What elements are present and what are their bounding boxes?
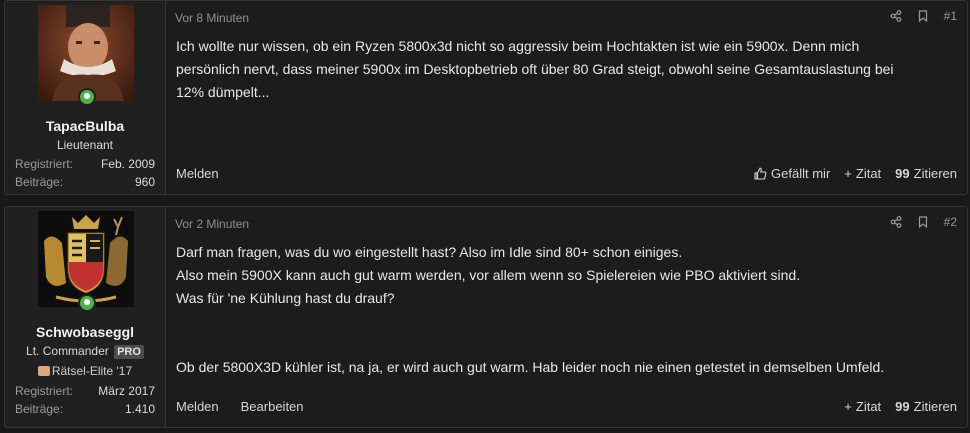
reply-quote-button[interactable]: 99 Zitieren — [895, 399, 957, 414]
stat-label: Beiträge: — [15, 175, 64, 189]
stat-value: Feb. 2009 — [100, 157, 155, 171]
quote-marks-icon: 99 — [895, 166, 910, 181]
quote-button[interactable]: + Zitat — [844, 399, 881, 414]
quote-button[interactable]: + Zitat — [844, 166, 881, 181]
user-badge[interactable]: Rätsel-Elite '17 — [5, 364, 165, 378]
stat-label: Registriert: — [15, 157, 74, 171]
like-label: Gefällt mir — [771, 166, 831, 181]
post-number[interactable]: #2 — [944, 215, 957, 229]
post-1: TapacBulba Lieutenant Registriert: Feb. … — [4, 0, 968, 195]
post-message: Ich wollte nur wissen, ob ein Ryzen 5800… — [176, 35, 957, 104]
post-message: Darf man fragen, was du wo eingestellt h… — [176, 241, 957, 379]
avatar[interactable] — [38, 211, 134, 307]
stat-value: März 2017 — [98, 384, 155, 398]
bookmark-icon[interactable] — [918, 216, 928, 228]
post-2: Schwobaseggl Lt. Commander PRO Rätsel-El… — [4, 206, 968, 428]
report-link[interactable]: Melden — [176, 399, 219, 414]
cake-icon — [37, 366, 50, 376]
message-line: Darf man fragen, was du wo eingestellt h… — [176, 244, 683, 260]
post-number[interactable]: #1 — [944, 9, 957, 23]
message-line: Also mein 5900X kann auch gut warm werde… — [176, 267, 801, 283]
share-icon[interactable] — [890, 216, 902, 228]
post-meta-actions: #1 — [890, 9, 957, 23]
quote-marks-icon: 99 — [895, 399, 910, 414]
quote-label: Zitat — [855, 399, 882, 414]
stat-label: Beiträge: — [15, 402, 64, 416]
online-status-icon — [78, 88, 96, 106]
message-line: 12% dümpelt... — [176, 84, 270, 100]
like-button[interactable]: Gefällt mir — [754, 166, 830, 181]
message-line: Was für 'ne Kühlung hast du drauf? — [176, 290, 395, 306]
stat-value: 1.410 — [124, 402, 155, 416]
user-panel: TapacBulba Lieutenant Registriert: Feb. … — [5, 1, 166, 194]
reply-label: Zitieren — [913, 399, 957, 414]
stat-value: 960 — [134, 175, 155, 189]
stat-registered: Registriert: Feb. 2009 — [15, 157, 155, 171]
post-time[interactable]: Vor 2 Minuten — [175, 217, 249, 231]
post-actions-left: Melden Bearbeiten — [176, 399, 304, 414]
badge-label: Rätsel-Elite '17 — [51, 364, 133, 378]
post-meta-actions: #2 — [890, 215, 957, 229]
user-title: Lieutenant — [56, 138, 114, 152]
username[interactable]: TapacBulba — [5, 118, 165, 134]
report-link[interactable]: Melden — [176, 166, 219, 181]
quote-label: Zitat — [855, 166, 882, 181]
stat-registered: Registriert: März 2017 — [15, 384, 155, 398]
stat-posts: Beiträge: 960 — [15, 175, 155, 189]
user-title: Lt. Commander — [26, 344, 109, 358]
reply-label: Zitieren — [913, 166, 957, 181]
reply-quote-button[interactable]: 99 Zitieren — [895, 166, 957, 181]
message-line: persönlich nervt, dass meiner 5900x im D… — [176, 61, 894, 77]
post-time[interactable]: Vor 8 Minuten — [175, 11, 249, 25]
post-actions-right: Gefällt mir + Zitat 99 Zitieren — [754, 166, 957, 181]
stat-label: Registriert: — [15, 384, 74, 398]
thumbs-up-icon — [754, 167, 767, 180]
plus-icon: + — [844, 166, 852, 181]
user-title-row: Lt. Commander PRO — [5, 344, 165, 359]
plus-icon: + — [844, 399, 852, 414]
avatar[interactable] — [38, 5, 134, 101]
post-actions-right: + Zitat 99 Zitieren — [844, 399, 957, 414]
share-icon[interactable] — [890, 10, 902, 22]
stat-posts: Beiträge: 1.410 — [15, 402, 155, 416]
post-actions-left: Melden — [176, 166, 219, 181]
message-line: Ich wollte nur wissen, ob ein Ryzen 5800… — [176, 38, 860, 54]
message-line: Ob der 5800X3D kühler ist, na ja, er wir… — [176, 359, 885, 375]
username[interactable]: Schwobaseggl — [5, 324, 165, 340]
online-status-icon — [78, 294, 96, 312]
user-panel: Schwobaseggl Lt. Commander PRO Rätsel-El… — [5, 207, 166, 427]
edit-link[interactable]: Bearbeiten — [241, 399, 304, 414]
bookmark-icon[interactable] — [918, 10, 928, 22]
pro-badge: PRO — [114, 345, 144, 359]
